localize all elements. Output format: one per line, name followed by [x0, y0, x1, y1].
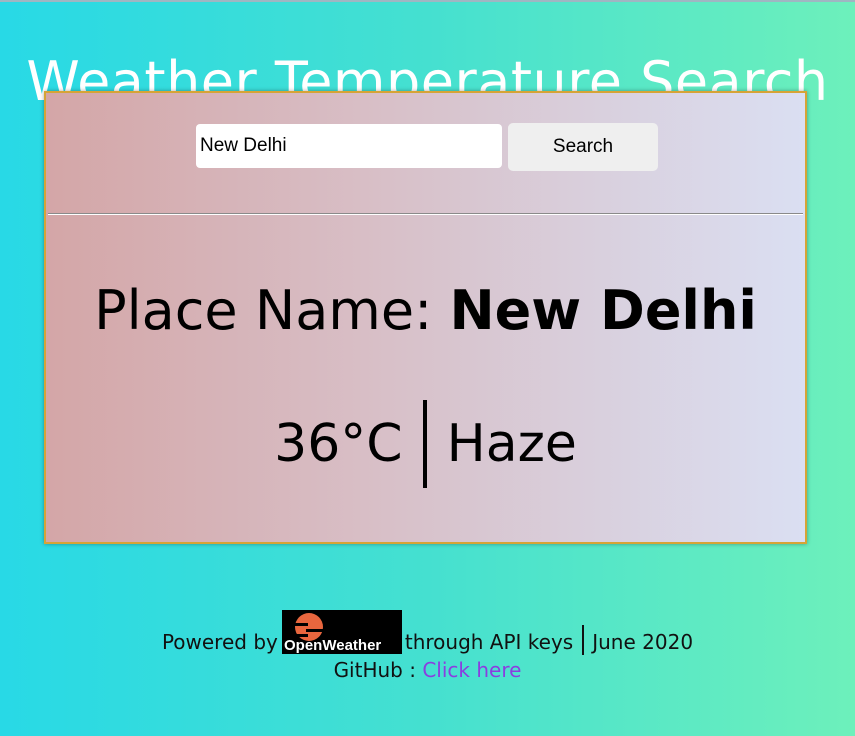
openweather-logo-text: OpenWeather — [284, 637, 381, 654]
window-top-border — [0, 0, 855, 2]
github-line: GitHub : Click here — [0, 656, 855, 684]
powered-by-suffix: through API keys — [404, 630, 574, 654]
powered-by-prefix: Powered by — [161, 630, 278, 654]
weather-summary: 36°C Haze — [46, 399, 805, 489]
place-name-value: New Delhi — [449, 279, 757, 342]
github-label: GitHub : — [333, 658, 423, 682]
weather-separator — [422, 400, 427, 488]
footer: Powered by OpenWeather through API keys … — [0, 604, 855, 684]
footer-separator — [582, 625, 585, 655]
place-name-line: Place Name: New Delhi — [46, 279, 805, 343]
search-button[interactable]: Search — [508, 123, 658, 171]
place-name-label: Place Name: — [94, 279, 450, 342]
openweather-logo-icon: OpenWeather — [284, 613, 381, 654]
city-search-input[interactable] — [196, 124, 502, 168]
footer-credits: Powered by OpenWeather through API keys … — [0, 604, 855, 655]
card-divider — [48, 213, 803, 215]
footer-date: June 2020 — [592, 630, 694, 654]
temperature-value: 36°C — [274, 414, 403, 474]
openweather-logo: OpenWeather — [281, 610, 402, 654]
weather-condition: Haze — [446, 414, 577, 474]
github-link[interactable]: Click here — [422, 658, 521, 682]
weather-card: Search Place Name: New Delhi 36°C Haze — [44, 91, 807, 544]
